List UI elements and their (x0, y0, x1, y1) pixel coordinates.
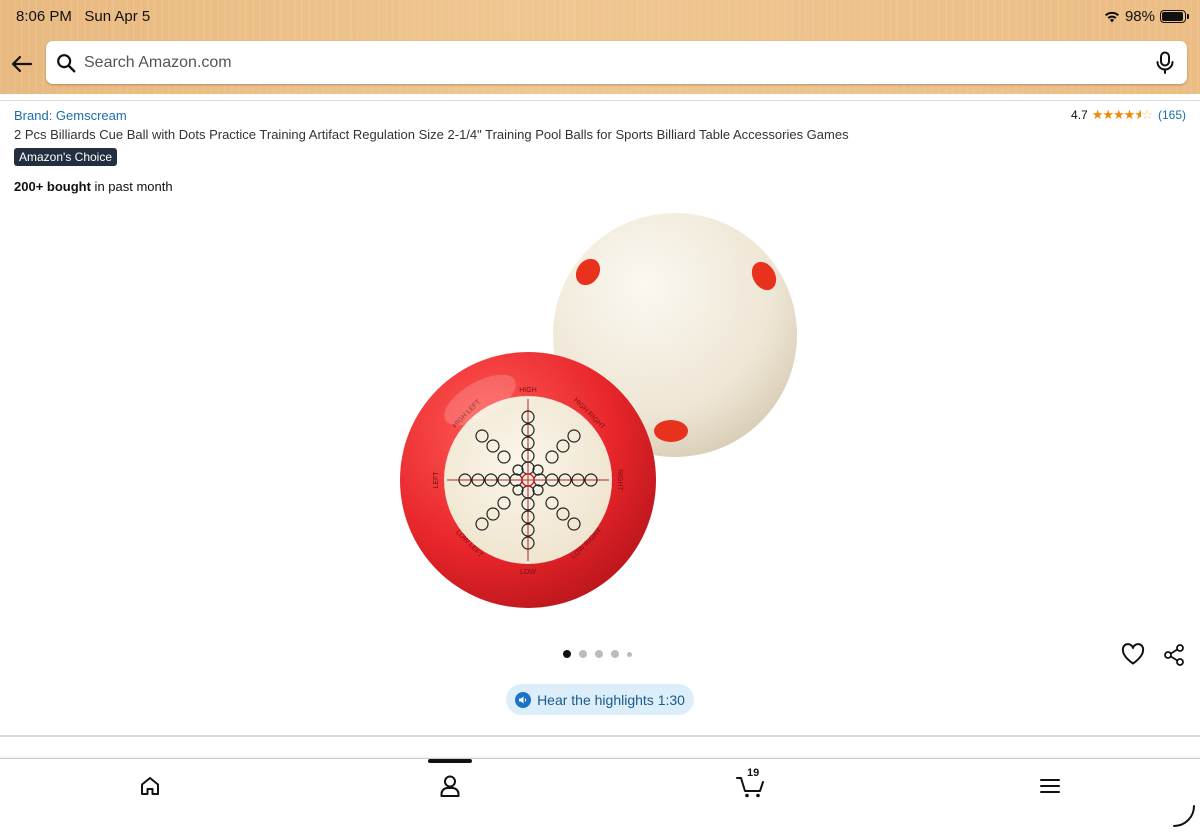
search-input[interactable]: Search Amazon.com (84, 54, 232, 72)
status-time: 8:06 PM Sun Apr 5 (16, 8, 150, 25)
carousel-dot[interactable] (563, 650, 571, 658)
review-count[interactable]: (165) (1158, 108, 1186, 122)
ball-label-right: RIGHT (616, 469, 623, 492)
hear-highlights-label: Hear the highlights 1:30 (537, 691, 685, 708)
search-bar[interactable]: Search Amazon.com (46, 41, 1187, 84)
carousel-dot[interactable] (611, 650, 619, 658)
bought-count-rest: in past month (90, 179, 173, 194)
header-divider (0, 100, 1200, 101)
loading-spinner-icon (1173, 805, 1195, 827)
star-rating-icon: ★★★★★☆ (1091, 107, 1153, 122)
ball-label-low: LOW (520, 569, 536, 576)
rating-summary[interactable]: 4.7 ★★★★★☆ (165) (1071, 107, 1186, 123)
ball-label-high: HIGH (519, 387, 537, 394)
menu-icon (1040, 779, 1060, 793)
carousel-dot[interactable] (579, 650, 587, 658)
ball-label-left: LEFT (433, 471, 440, 489)
tab-account[interactable] (435, 771, 465, 801)
status-indicators: 98% (1104, 8, 1189, 25)
account-icon (440, 775, 460, 797)
search-icon (57, 53, 76, 72)
share-icon[interactable] (1162, 643, 1186, 667)
carousel-dot[interactable] (595, 650, 603, 658)
hear-highlights-button[interactable]: Hear the highlights 1:30 (506, 684, 694, 715)
home-icon (141, 777, 159, 795)
back-arrow-icon[interactable] (10, 52, 34, 76)
status-time-text: 8:06 PM (16, 8, 72, 25)
red-training-ball: HIGH HIGH RIGHT RIGHT LOW RIGHT LOW LOW … (400, 352, 656, 608)
battery-icon (1160, 10, 1189, 23)
battery-percent: 98% (1124, 8, 1155, 25)
amazons-choice-badge: Amazon's Choice (14, 148, 117, 166)
tab-home[interactable] (135, 771, 165, 801)
heart-icon[interactable] (1121, 643, 1145, 665)
tab-cart[interactable]: 19 (733, 767, 769, 801)
image-carousel-dots[interactable] (563, 650, 632, 658)
speaker-icon (515, 691, 532, 708)
section-separator (0, 735, 1200, 737)
active-tab-indicator (428, 759, 472, 763)
brand-link[interactable]: Brand: Gemscream (14, 108, 127, 123)
rating-value: 4.7 (1071, 108, 1088, 122)
tab-menu[interactable] (1035, 771, 1065, 801)
wifi-icon (1104, 11, 1119, 22)
carousel-dot[interactable] (627, 651, 632, 657)
product-image[interactable]: HIGH HIGH RIGHT RIGHT LOW RIGHT LOW LOW … (400, 210, 800, 610)
status-date-text: Sun Apr 5 (84, 8, 151, 25)
cart-count: 19 (747, 767, 760, 779)
bought-count: 200+ bought in past month (14, 179, 173, 194)
bottom-tab-bar: 19 (0, 758, 1200, 833)
bought-count-bold: 200+ bought (14, 179, 91, 194)
product-title: 2 Pcs Billiards Cue Ball with Dots Pract… (14, 127, 849, 142)
mic-icon[interactable] (1155, 51, 1175, 75)
